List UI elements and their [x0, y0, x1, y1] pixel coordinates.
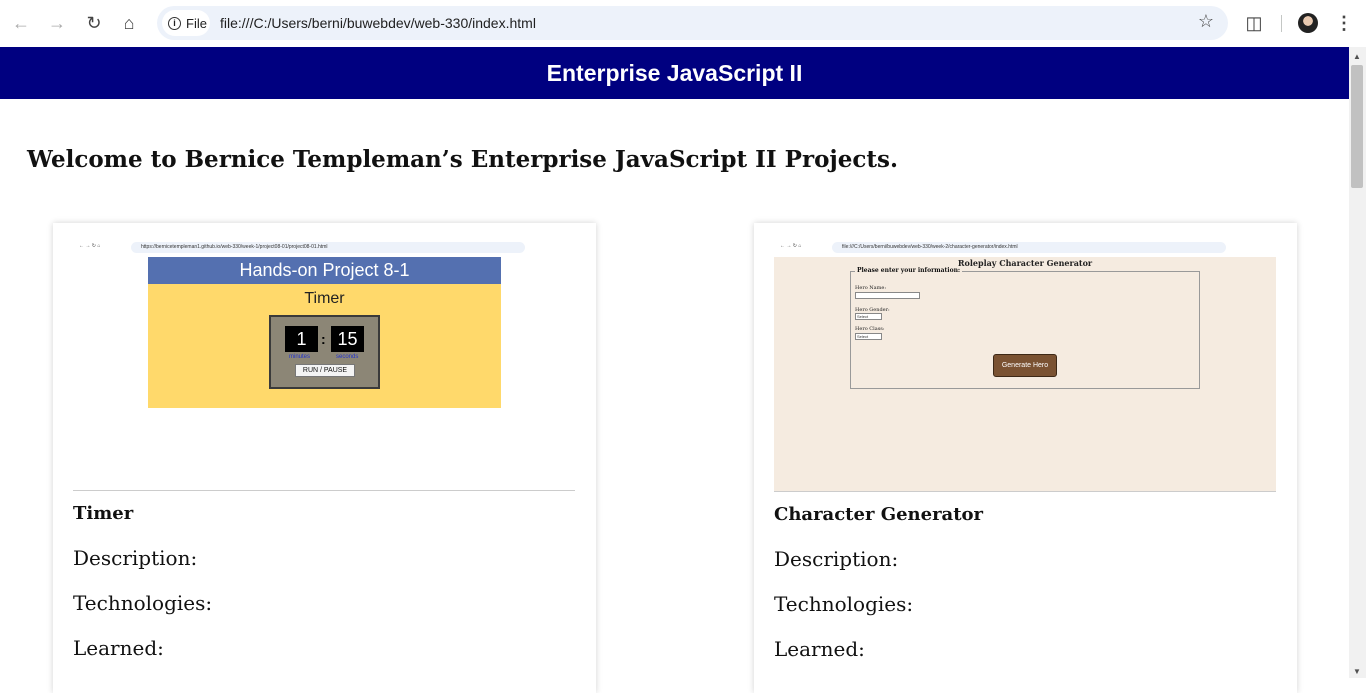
address-bar[interactable]: i File file:///C:/Users/berni/buwebdev/w…: [157, 6, 1228, 40]
preview-heading: Hands-on Project 8-1: [148, 257, 501, 284]
timer-colon: :: [321, 331, 326, 347]
page-header: Enterprise JavaScript II: [0, 47, 1349, 99]
thumb-nav-icons: ← → ↻ ⌂: [780, 243, 802, 249]
card-divider: [774, 491, 1276, 492]
thumb-url: file:///C:/Users/berni/buwebdev/web-330/…: [832, 242, 1226, 253]
preview-heading: Roleplay Character Generator: [957, 258, 1093, 268]
profile-avatar[interactable]: [1298, 13, 1318, 33]
toolbar-divider: [1281, 15, 1282, 32]
seconds-digit: 15: [331, 326, 364, 352]
preview-legend: Please enter your information:: [855, 267, 963, 274]
card-learned: Learned:: [73, 636, 164, 660]
generate-hero-button: Generate Hero: [993, 354, 1057, 377]
browser-toolbar: ← → ↻ ⌂ i File file:///C:/Users/berni/bu…: [0, 0, 1366, 47]
hero-name-input: [855, 292, 920, 299]
bookmark-star-icon[interactable]: ☆: [1198, 11, 1214, 32]
card-technologies: Technologies:: [774, 592, 914, 616]
scroll-up-icon[interactable]: ▲: [1353, 52, 1361, 61]
forward-icon[interactable]: →: [45, 11, 69, 35]
reload-icon[interactable]: ↻: [82, 11, 106, 35]
scrollbar[interactable]: ▲ ▼: [1349, 47, 1366, 678]
preview-body: Timer 1 : 15 minutes seconds RUN / PAUSE: [148, 284, 501, 408]
scroll-thumb[interactable]: [1351, 65, 1363, 188]
info-icon: i: [168, 16, 181, 30]
thumb-nav-icons: ← → ↻ ⌂: [79, 243, 101, 249]
preview-title: Timer: [304, 290, 345, 307]
card-learned: Learned:: [774, 637, 865, 661]
menu-kebab-icon[interactable]: ⋮: [1332, 11, 1356, 35]
card-description: Description:: [73, 546, 198, 570]
hero-name-label: Hero Name:: [855, 285, 887, 291]
preview-fieldset: Please enter your information: Hero Name…: [850, 267, 1200, 389]
card-title: Character Generator: [774, 504, 984, 525]
extensions-icon[interactable]: ◫: [1242, 11, 1266, 35]
project-screenshot[interactable]: ← → ↻ ⌂ https://bernicetempleman1.github…: [73, 239, 575, 491]
thumb-browser-bar: ← → ↻ ⌂ file:///C:/Users/berni/buwebdev/…: [774, 239, 1276, 257]
back-icon[interactable]: ←: [9, 11, 33, 35]
project-card-character-generator: ← → ↻ ⌂ file:///C:/Users/berni/buwebdev/…: [754, 223, 1297, 693]
minutes-label: minutes: [289, 354, 311, 360]
card-title: Timer: [73, 503, 134, 524]
timer-box: 1 : 15 minutes seconds RUN / PAUSE: [269, 315, 380, 389]
thumb-browser-bar: ← → ↻ ⌂ https://bernicetempleman1.github…: [73, 239, 575, 257]
hero-class-label: Hero Class:: [855, 326, 885, 332]
welcome-heading: Welcome to Bernice Templeman’s Enterpris…: [27, 146, 898, 173]
seconds-label: seconds: [336, 354, 359, 360]
card-technologies: Technologies:: [73, 591, 213, 615]
project-card-timer: ← → ↻ ⌂ https://bernicetempleman1.github…: [53, 223, 596, 693]
site-info-label: File: [186, 15, 207, 31]
minutes-digit: 1: [285, 326, 318, 352]
run-pause-button: RUN / PAUSE: [295, 364, 355, 377]
hero-gender-select: Select: [855, 313, 882, 320]
home-icon[interactable]: ⌂: [117, 11, 141, 35]
card-description: Description:: [774, 547, 899, 571]
site-info-chip[interactable]: i File: [162, 10, 210, 36]
project-screenshot[interactable]: ← → ↻ ⌂ file:///C:/Users/berni/buwebdev/…: [774, 239, 1276, 491]
card-divider: [73, 490, 575, 491]
preview-body: Roleplay Character Generator Please ente…: [774, 257, 1276, 491]
thumb-url: https://bernicetempleman1.github.io/web-…: [131, 242, 525, 253]
url-text[interactable]: file:///C:/Users/berni/buwebdev/web-330/…: [220, 15, 536, 31]
scroll-down-icon[interactable]: ▼: [1353, 667, 1361, 676]
hero-class-select: Select: [855, 333, 882, 340]
